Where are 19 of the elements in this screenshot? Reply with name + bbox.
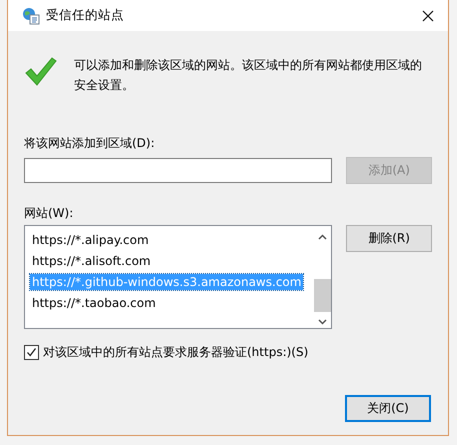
- close-button[interactable]: 关闭(C): [345, 395, 431, 422]
- site-item[interactable]: https://*.alisoft.com: [30, 252, 153, 268]
- site-list[interactable]: https://*.alipay.com https://*.alisoft.com https://*.github-windows.s3.amazonaws.com https://*.taobao.com: [24, 225, 332, 329]
- site-input-field[interactable]: [24, 158, 332, 183]
- window-title: 受信任的站点: [46, 7, 125, 24]
- check-mark-icon: [25, 56, 57, 86]
- scroll-down-icon[interactable]: [318, 319, 328, 325]
- site-item[interactable]: https://*.alipay.com: [30, 232, 151, 248]
- description-text: 可以添加和删除该区域的网站。该区域中的所有网站都使用区域的安全设置。: [74, 57, 423, 94]
- checkbox[interactable]: [24, 345, 39, 360]
- field-label: 将该网站添加到区域(D):: [24, 135, 156, 151]
- scroll-up-icon[interactable]: [318, 234, 328, 240]
- globe-icon: [22, 6, 40, 24]
- scrollbar-thumb[interactable]: [314, 279, 332, 312]
- close-icon[interactable]: [422, 10, 434, 22]
- list-label: 网站(W):: [24, 205, 74, 221]
- checkbox-label: 对该区域中的所有站点要求服务器验证(https:)(S): [43, 344, 308, 361]
- remove-button[interactable]: 删除(R): [346, 225, 432, 252]
- site-item[interactable]: https://*.taobao.com: [30, 294, 158, 310]
